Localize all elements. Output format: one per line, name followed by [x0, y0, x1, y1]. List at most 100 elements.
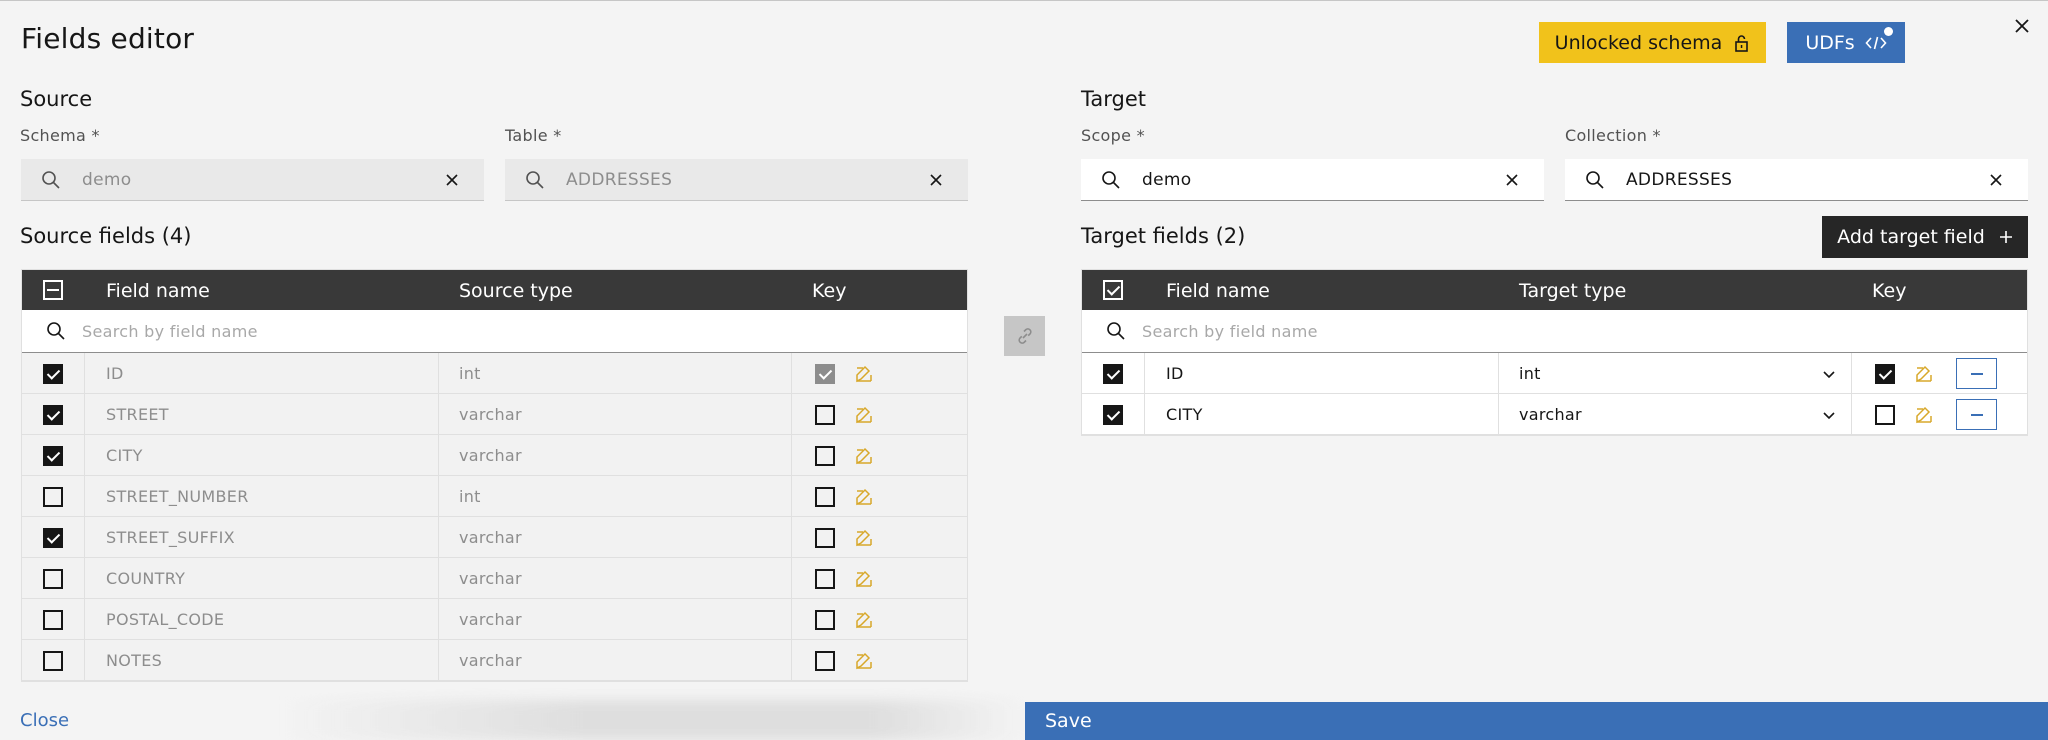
- row-select-checkbox[interactable]: [43, 568, 63, 589]
- remove-field-button[interactable]: [1956, 358, 1997, 389]
- search-placeholder: Search by field name: [82, 321, 258, 341]
- table-row: ID int: [1082, 353, 2027, 394]
- source-field-search[interactable]: Search by field name: [22, 310, 967, 353]
- chevron-down-icon: [1823, 411, 1835, 419]
- search-icon: [1102, 170, 1120, 189]
- edit-icon[interactable]: [1914, 405, 1934, 425]
- table-row: NOTES varchar: [22, 640, 967, 681]
- column-divider: [791, 435, 792, 475]
- code-icon: [1865, 36, 1887, 49]
- row-select-checkbox[interactable]: [1103, 363, 1123, 384]
- scope-label: Scope *: [1081, 126, 1145, 145]
- notification-dot: [1884, 27, 1893, 36]
- key-checkbox[interactable]: [815, 650, 835, 671]
- table-header: Field name Target type Key: [1082, 270, 2027, 310]
- table-row: CITY varchar: [22, 435, 967, 476]
- row-select-checkbox[interactable]: [43, 609, 63, 630]
- schema-input[interactable]: demo: [21, 159, 484, 201]
- key-checkbox[interactable]: [815, 486, 835, 507]
- close-icon[interactable]: [928, 172, 944, 188]
- column-divider: [84, 640, 85, 680]
- column-divider: [791, 558, 792, 598]
- key-checkbox[interactable]: [1875, 363, 1895, 384]
- column-source-type: Source type: [459, 280, 573, 302]
- schema-value: demo: [82, 169, 132, 190]
- close-icon[interactable]: [1504, 172, 1520, 188]
- field-type: varchar: [459, 446, 522, 465]
- field-name: ID: [1166, 364, 1184, 383]
- unlocked-schema-button[interactable]: Unlocked schema: [1539, 22, 1766, 63]
- add-target-field-button[interactable]: Add target field: [1822, 216, 2028, 258]
- scope-input[interactable]: demo: [1081, 159, 1544, 201]
- close-icon[interactable]: [1988, 172, 2004, 188]
- close-button[interactable]: Close: [20, 710, 69, 731]
- search-placeholder: Search by field name: [1142, 321, 1318, 341]
- field-name: STREET: [106, 405, 169, 424]
- key-checkbox[interactable]: [1875, 404, 1895, 425]
- edit-icon[interactable]: [854, 651, 874, 671]
- close-icon[interactable]: [2010, 14, 2034, 38]
- column-divider: [1144, 394, 1145, 434]
- unlock-icon: [1735, 34, 1749, 52]
- column-divider: [438, 599, 439, 639]
- key-checkbox[interactable]: [815, 404, 835, 425]
- column-divider: [84, 353, 85, 393]
- page-title: Fields editor: [21, 22, 195, 55]
- target-type-select[interactable]: varchar: [1519, 394, 1837, 435]
- field-name: COUNTRY: [106, 569, 186, 588]
- key-checkbox[interactable]: [815, 445, 835, 466]
- target-field-search[interactable]: Search by field name: [1082, 310, 2027, 353]
- top-divider: [0, 0, 2048, 1]
- select-all-checkbox[interactable]: [43, 280, 63, 300]
- edit-icon[interactable]: [854, 364, 874, 384]
- field-type: int: [459, 487, 481, 506]
- udfs-button[interactable]: UDFs: [1787, 22, 1905, 63]
- key-checkbox[interactable]: [815, 527, 835, 548]
- search-icon: [1586, 170, 1604, 189]
- collection-input[interactable]: ADDRESSES: [1565, 159, 2028, 201]
- edit-icon[interactable]: [854, 528, 874, 548]
- target-fields-heading: Target fields (2): [1081, 224, 1246, 248]
- link-fields-button[interactable]: [1004, 316, 1045, 356]
- select-all-checkbox[interactable]: [1103, 280, 1123, 300]
- key-checkbox[interactable]: [815, 568, 835, 589]
- column-divider: [84, 435, 85, 475]
- edit-icon[interactable]: [854, 487, 874, 507]
- plus-icon: [1999, 231, 2012, 243]
- edit-icon[interactable]: [1914, 364, 1934, 384]
- edit-icon[interactable]: [854, 610, 874, 630]
- row-select-checkbox[interactable]: [43, 363, 63, 384]
- scope-value: demo: [1142, 169, 1192, 190]
- table-row: POSTAL_CODE varchar: [22, 599, 967, 640]
- table-row: STREET_SUFFIX varchar: [22, 517, 967, 558]
- edit-icon[interactable]: [854, 405, 874, 425]
- column-divider: [791, 353, 792, 393]
- collection-value: ADDRESSES: [1626, 169, 1733, 190]
- row-select-checkbox[interactable]: [43, 527, 63, 548]
- row-select-checkbox[interactable]: [43, 650, 63, 671]
- table-input[interactable]: ADDRESSES: [505, 159, 968, 201]
- field-name: CITY: [1166, 405, 1203, 424]
- column-divider: [438, 558, 439, 598]
- column-divider: [791, 599, 792, 639]
- edit-icon[interactable]: [854, 446, 874, 466]
- source-heading: Source: [20, 87, 93, 111]
- schema-label: Schema *: [20, 126, 100, 145]
- field-name: POSTAL_CODE: [106, 610, 225, 629]
- row-select-checkbox[interactable]: [43, 486, 63, 507]
- target-type-select[interactable]: int: [1519, 353, 1837, 394]
- key-checkbox[interactable]: [815, 609, 835, 630]
- row-select-checkbox[interactable]: [1103, 404, 1123, 425]
- footer-shadow: [280, 700, 1025, 740]
- column-key: Key: [1872, 280, 1907, 302]
- save-button[interactable]: Save: [1025, 702, 2048, 740]
- column-divider: [438, 517, 439, 557]
- remove-field-button[interactable]: [1956, 399, 1997, 430]
- column-divider: [438, 353, 439, 393]
- search-icon: [526, 170, 544, 189]
- row-select-checkbox[interactable]: [43, 445, 63, 466]
- row-select-checkbox[interactable]: [43, 404, 63, 425]
- edit-icon[interactable]: [854, 569, 874, 589]
- close-icon[interactable]: [444, 172, 460, 188]
- key-checkbox[interactable]: [815, 363, 835, 384]
